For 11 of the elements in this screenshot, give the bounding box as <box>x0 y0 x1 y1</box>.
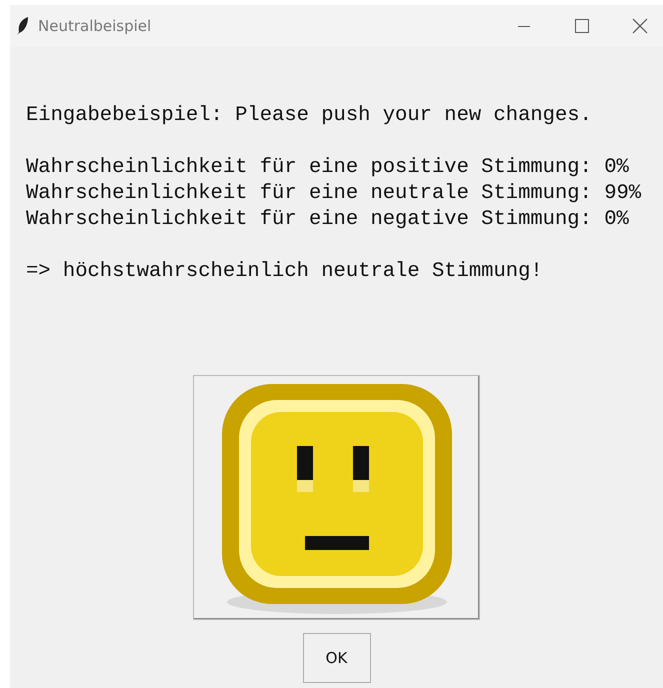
feather-icon <box>16 16 30 36</box>
ok-button[interactable]: OK <box>302 633 370 683</box>
close-icon <box>632 18 648 34</box>
window-title: Neutralbeispiel <box>38 17 152 35</box>
maximize-icon <box>575 19 589 33</box>
input-example-text: Eingabebeispiel: Please push your new changes. <box>26 103 593 129</box>
mood-image-button[interactable] <box>193 375 480 620</box>
probability-text: Wahrscheinlichkeit für eine neutrale Stimmung: 99% <box>26 181 642 207</box>
probability-text: Wahrscheinlichkeit für eine positive Stimmung: 0% <box>26 155 630 181</box>
probability-text: Wahrscheinlichkeit für eine negative Stimmung: 0% <box>26 207 630 233</box>
conclusion-text: => höchstwahrscheinlich neutrale Stimmung! <box>26 259 544 285</box>
